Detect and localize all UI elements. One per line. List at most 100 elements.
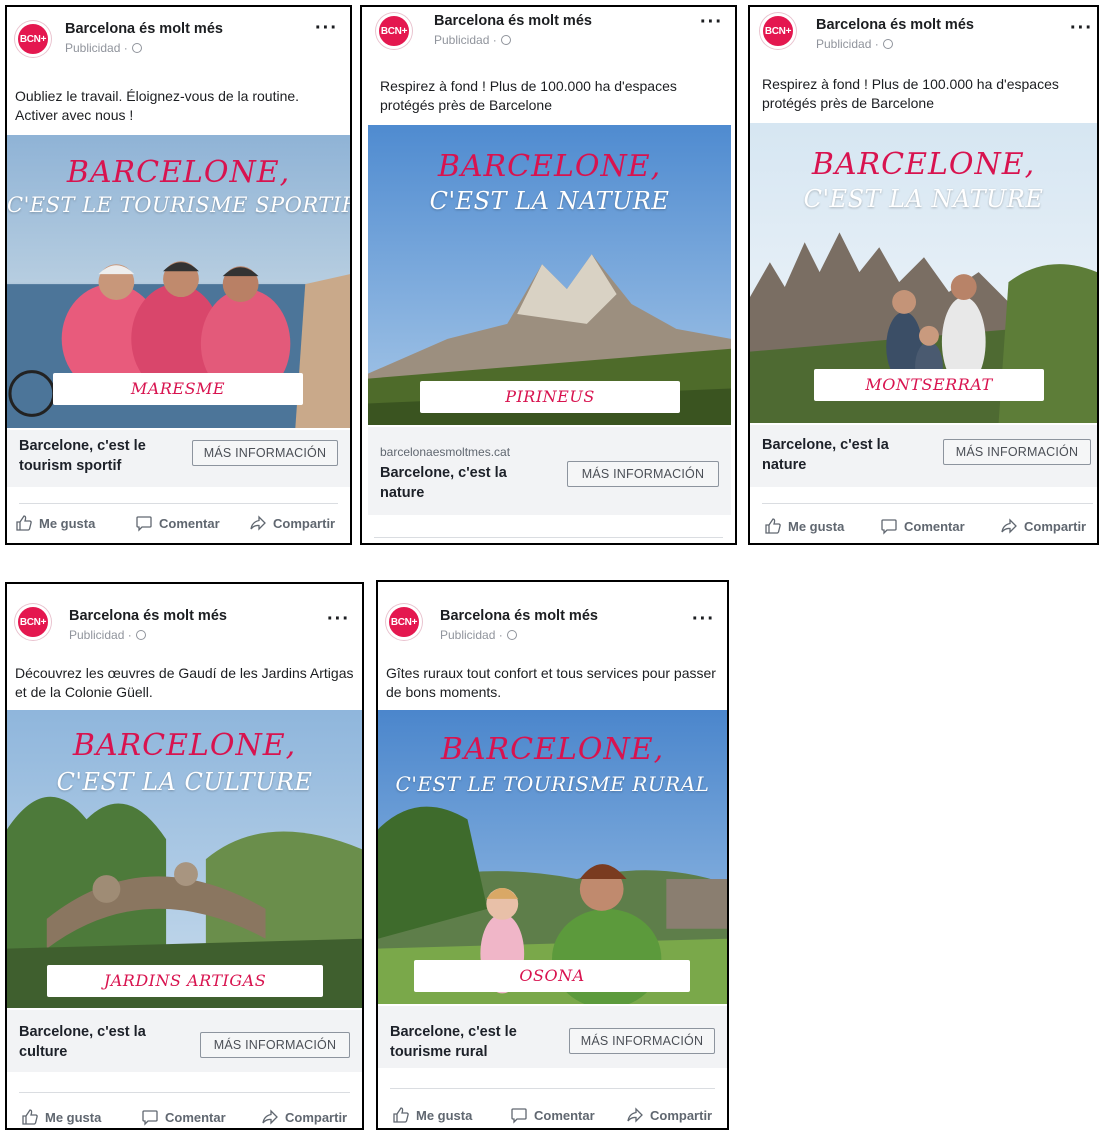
ad-image[interactable]: BARCELONE, C'EST LA CULTURE JARDINS ARTI… bbox=[7, 710, 362, 1010]
post-header: BCN+ Barcelona és molt més Publicidad · … bbox=[7, 584, 362, 642]
headline-top: BARCELONE, bbox=[66, 155, 291, 190]
globe-icon bbox=[507, 630, 518, 640]
page-name-link[interactable]: Barcelona és molt més bbox=[816, 17, 974, 33]
more-info-button[interactable]: MÁS INFORMACIÓN bbox=[192, 440, 338, 466]
more-info-button[interactable]: MÁS INFORMACIÓN bbox=[569, 1028, 715, 1054]
more-info-button[interactable]: MÁS INFORMACIÓN bbox=[943, 439, 1091, 465]
like-label: Me gusta bbox=[45, 1109, 102, 1125]
page-avatar[interactable]: BCN+ bbox=[760, 13, 796, 49]
post-body-text: Gîtes ruraux tout confort et tous servic… bbox=[386, 665, 716, 700]
globe-icon bbox=[883, 39, 894, 49]
post-body-text: Respirez à fond ! Plus de 100.000 ha d'e… bbox=[762, 76, 1059, 111]
share-button[interactable]: Compartir bbox=[249, 514, 335, 532]
share-label: Compartir bbox=[650, 1107, 713, 1123]
link-domain: barcelonaesmoltmes.cat bbox=[380, 445, 511, 459]
ad-image[interactable]: BARCELONE, C'EST LA NATURE MONTSERRAT bbox=[750, 123, 1097, 425]
link-title[interactable]: Barcelone, c'est le tourisme rural bbox=[390, 1022, 540, 1062]
comment-button[interactable]: Comentar bbox=[135, 514, 220, 532]
post-body-text: Découvrez les œuvres de Gaudí de les Jar… bbox=[15, 665, 354, 700]
more-options-icon[interactable]: ··· bbox=[327, 609, 350, 629]
page-name-link[interactable]: Barcelona és molt més bbox=[65, 21, 223, 37]
place-label: MONTSERRAT bbox=[814, 369, 1044, 401]
share-icon bbox=[262, 1109, 278, 1125]
actions-divider bbox=[19, 503, 338, 504]
ad-image[interactable]: BARCELONE, C'EST LA NATURE PIRINEUS bbox=[368, 125, 731, 427]
page-name-link[interactable]: Barcelona és molt més bbox=[69, 608, 227, 624]
post-actions: Me gusta Comentar Compartir bbox=[7, 1108, 362, 1128]
ad-card-nature-pirineus: BCN+ Barcelona és molt més Publicidad · … bbox=[360, 5, 737, 545]
actions-divider bbox=[390, 1088, 715, 1089]
place-label: JARDINS ARTIGAS bbox=[47, 965, 323, 997]
link-title[interactable]: Barcelone, c'est la nature bbox=[762, 435, 912, 475]
headline-top: BARCELONE, bbox=[440, 732, 665, 767]
share-icon bbox=[1001, 518, 1017, 534]
comment-label: Comentar bbox=[904, 518, 965, 534]
place-label: PIRINEUS bbox=[420, 381, 680, 413]
page-avatar[interactable]: BCN+ bbox=[15, 21, 51, 57]
sponsored-label: Publicidad · bbox=[440, 628, 518, 642]
ad-card-nature-montserrat: BCN+ Barcelona és molt més Publicidad · … bbox=[748, 5, 1099, 545]
actions-divider bbox=[762, 503, 1093, 504]
more-options-icon[interactable]: ··· bbox=[700, 12, 723, 32]
page-name-link[interactable]: Barcelona és molt més bbox=[440, 608, 598, 624]
more-info-button[interactable]: MÁS INFORMACIÓN bbox=[200, 1032, 350, 1058]
share-button[interactable]: Compartir bbox=[626, 1106, 712, 1124]
ad-card-sportif: BCN+ Barcelona és molt més Publicidad · … bbox=[5, 5, 352, 545]
post-header: BCN+ Barcelona és molt més Publicidad · … bbox=[378, 582, 727, 642]
page-avatar[interactable]: BCN+ bbox=[386, 604, 422, 640]
actions-divider bbox=[374, 537, 723, 538]
comment-button[interactable]: Comentar bbox=[880, 517, 965, 535]
like-label: Me gusta bbox=[416, 1107, 473, 1123]
headline-top: BARCELONE, bbox=[811, 147, 1036, 182]
more-options-icon[interactable]: ··· bbox=[692, 609, 715, 629]
share-icon bbox=[627, 1107, 643, 1123]
link-preview[interactable]: Barcelone, c'est la nature MÁS INFORMACI… bbox=[750, 425, 1097, 487]
ad-image[interactable]: BARCELONE, C'EST LE TOURISME SPORTIF MAR… bbox=[7, 135, 350, 430]
ad-image[interactable]: BARCELONE, C'EST LE TOURISME RURAL OSONA bbox=[378, 710, 727, 1006]
share-label: Compartir bbox=[273, 515, 336, 531]
headline-bottom: C'EST LA NATURE bbox=[803, 185, 1044, 213]
post-body-text: Respirez à fond ! Plus de 100.000 ha d'e… bbox=[380, 78, 677, 113]
comment-button[interactable]: Comentar bbox=[141, 1108, 226, 1126]
comment-icon bbox=[881, 519, 897, 535]
thumbs-up-icon bbox=[16, 515, 32, 531]
post-actions: Me gusta Comentar Compartir bbox=[750, 517, 1097, 541]
post-header: BCN+ Barcelona és molt més Publicidad · … bbox=[7, 7, 350, 59]
headline-top: BARCELONE, bbox=[437, 149, 662, 184]
sponsored-label: Publicidad · bbox=[434, 33, 512, 47]
share-label: Compartir bbox=[285, 1109, 348, 1125]
more-info-button[interactable]: MÁS INFORMACIÓN bbox=[567, 461, 719, 487]
like-button[interactable]: Me gusta bbox=[392, 1106, 472, 1124]
like-button[interactable]: Me gusta bbox=[15, 514, 95, 532]
comment-label: Comentar bbox=[165, 1109, 226, 1125]
comment-button[interactable]: Comentar bbox=[510, 1106, 595, 1124]
page-avatar[interactable]: BCN+ bbox=[376, 13, 412, 49]
page-name-link[interactable]: Barcelona és molt més bbox=[434, 13, 592, 29]
share-button[interactable]: Compartir bbox=[261, 1108, 347, 1126]
link-preview[interactable]: Barcelone, c'est la culture MÁS INFORMAC… bbox=[7, 1010, 362, 1072]
ad-card-culture: BCN+ Barcelona és molt més Publicidad · … bbox=[5, 582, 364, 1130]
link-title[interactable]: Barcelone, c'est le tourism sportif bbox=[19, 436, 179, 476]
globe-icon bbox=[501, 35, 512, 45]
sponsored-label: Publicidad · bbox=[69, 628, 147, 642]
actions-divider bbox=[19, 1092, 350, 1093]
post-actions: Me gusta Comentar Compartir bbox=[7, 514, 350, 538]
page-avatar[interactable]: BCN+ bbox=[15, 604, 51, 640]
comment-icon bbox=[136, 516, 152, 532]
link-preview[interactable]: Barcelone, c'est le tourisme rural MÁS I… bbox=[378, 1006, 727, 1068]
sponsored-label: Publicidad · bbox=[816, 37, 894, 51]
link-title[interactable]: Barcelone, c'est la culture bbox=[19, 1022, 179, 1062]
headline-bottom: C'EST LA NATURE bbox=[429, 187, 670, 215]
place-label: MARESME bbox=[53, 373, 303, 405]
link-preview[interactable]: barcelonaesmoltmes.cat Barcelone, c'est … bbox=[368, 427, 731, 515]
place-label: OSONA bbox=[414, 960, 690, 992]
link-title[interactable]: Barcelone, c'est la nature bbox=[380, 463, 550, 503]
like-label: Me gusta bbox=[788, 518, 845, 534]
more-options-icon[interactable]: ··· bbox=[315, 18, 338, 38]
like-button[interactable]: Me gusta bbox=[21, 1108, 101, 1126]
globe-icon bbox=[132, 43, 143, 53]
share-button[interactable]: Compartir bbox=[1000, 517, 1086, 535]
more-options-icon[interactable]: ··· bbox=[1070, 18, 1093, 38]
like-button[interactable]: Me gusta bbox=[764, 517, 844, 535]
link-preview[interactable]: Barcelone, c'est le tourism sportif MÁS … bbox=[7, 430, 350, 487]
